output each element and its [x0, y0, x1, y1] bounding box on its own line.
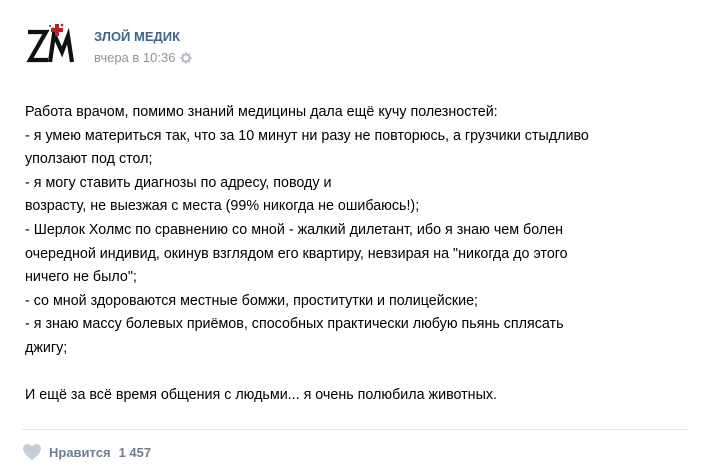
- post-text-line: джигу;: [25, 339, 68, 356]
- like-button[interactable]: Нравится 1 457: [22, 440, 151, 464]
- post-text-line: уползают под стол;: [25, 151, 153, 168]
- post-text-line: Работа врачом, помимо знаний медицины да…: [25, 104, 498, 120]
- post-text-line: ничего не было";: [25, 269, 137, 286]
- post-header: ЗЛОЙ МЕДИК вчера в 10:36: [22, 18, 422, 74]
- post-meta: вчера в 10:36: [94, 50, 192, 65]
- post-text-line: - я знаю массу болевых приёмов, способны…: [25, 316, 564, 333]
- post-text: Работа врачом, помимо знаний медицины да…: [25, 101, 695, 408]
- like-label: Нравится: [49, 444, 111, 460]
- post-text-line: - со мной здороваются местные бомжи, про…: [25, 292, 479, 309]
- avatar[interactable]: [22, 18, 78, 74]
- logo-zm-icon: [26, 23, 75, 63]
- post-text-line: - я умею материться так, что за 10 минут…: [25, 127, 589, 144]
- post-text-line: - я могу ставить диагнозы по адресу, пов…: [25, 174, 332, 191]
- post-text-blank-line: [25, 361, 695, 385]
- wall-post: ЗЛОЙ МЕДИК вчера в 10:36 Работа врачом, …: [0, 0, 710, 475]
- like-count: 1 457: [118, 444, 152, 460]
- post-text-line: очередной индивид, окинув взглядом его к…: [25, 245, 568, 262]
- author-name[interactable]: ЗЛОЙ МЕДИК: [94, 29, 180, 44]
- post-time[interactable]: вчера в 10:36: [94, 50, 175, 65]
- post-text-line: И ещё за всё время общения с людьми... я…: [25, 387, 497, 404]
- post-text-line: - Шерлок Холмс по сравнению со мной - жа…: [25, 221, 564, 238]
- gear-icon[interactable]: [180, 52, 192, 64]
- divider: [22, 429, 688, 430]
- heart-icon: [23, 444, 41, 460]
- post-text-line: возрасту, не выезжая с места (99% никогд…: [25, 198, 420, 215]
